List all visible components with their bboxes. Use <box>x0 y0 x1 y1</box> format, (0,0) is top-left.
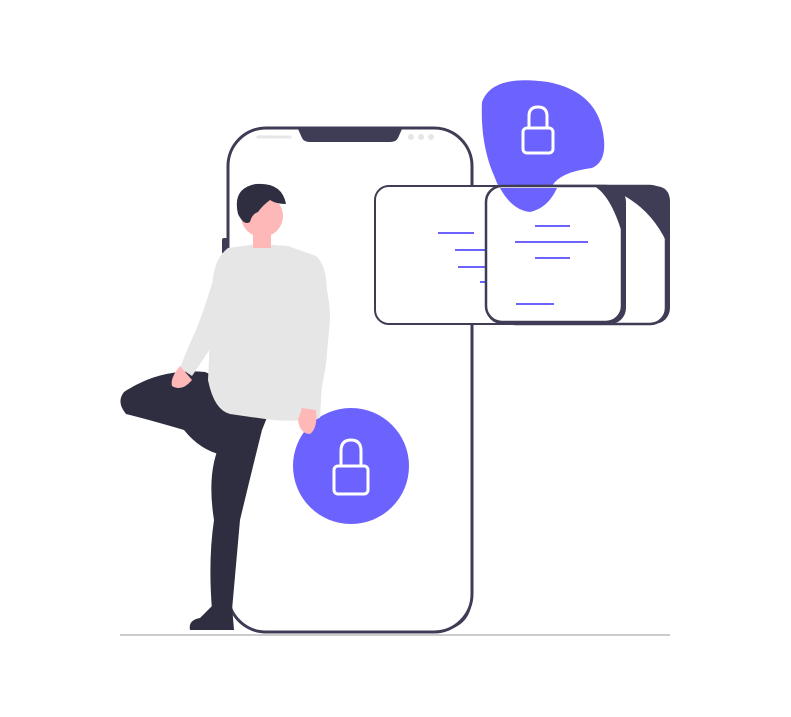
illustration-canvas <box>120 80 670 636</box>
card-front <box>484 184 624 324</box>
card-stack <box>374 184 670 326</box>
phone-sensor-dot <box>408 134 414 140</box>
phone-sensor-dot <box>418 134 424 140</box>
illustration <box>0 0 791 717</box>
person-shoe <box>189 606 234 630</box>
phone-sensor-dot <box>428 134 434 140</box>
phone-notch <box>298 129 402 142</box>
